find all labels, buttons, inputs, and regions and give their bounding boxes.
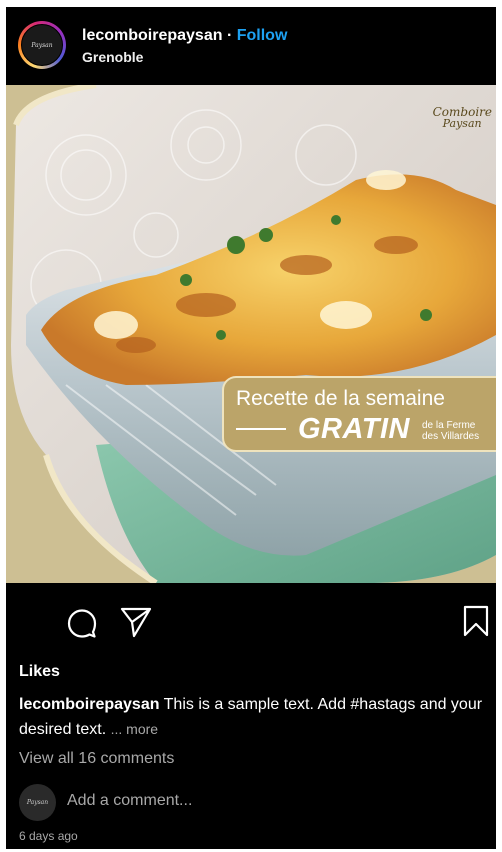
view-comments-link[interactable]: View all 16 comments: [19, 750, 174, 768]
post-image[interactable]: Comboire Paysan Recette de la semaine GR…: [6, 85, 496, 583]
badge-subtitle: de la Ferme des Villardes: [422, 420, 479, 442]
caption-username[interactable]: lecomboirepaysan: [19, 696, 160, 713]
recipe-badge: Recette de la semaine GRATIN de la Ferme…: [222, 376, 496, 452]
instagram-post: Paysan lecomboirepaysan · Follow Grenobl…: [6, 7, 496, 849]
brand-logo: Comboire Paysan: [433, 106, 492, 130]
add-comment-row: Paysan Add a comment...: [19, 784, 489, 821]
gratin-photo: [6, 85, 496, 583]
commenter-avatar-text: Paysan: [26, 799, 49, 806]
badge-sub-line2: des Villardes: [422, 431, 480, 442]
comment-icon[interactable]: [66, 607, 98, 639]
badge-title: Recette de la semaine: [236, 387, 445, 410]
share-icon[interactable]: [119, 605, 153, 639]
badge-divider: [236, 428, 286, 430]
post-header: Paysan lecomboirepaysan · Follow Grenobl…: [6, 7, 496, 85]
likes-label[interactable]: Likes: [19, 663, 60, 681]
bookmark-icon[interactable]: [462, 604, 490, 638]
action-bar: [6, 583, 496, 655]
avatar-logo-text: Paysan: [31, 41, 53, 49]
more-link[interactable]: ... more: [111, 721, 158, 737]
post-timestamp: 6 days ago: [19, 829, 78, 843]
username[interactable]: lecomboirepaysan: [82, 27, 223, 44]
separator-dot: ·: [226, 27, 233, 44]
commenter-avatar: Paysan: [19, 784, 56, 821]
follow-button[interactable]: Follow: [237, 27, 288, 44]
username-line: lecomboirepaysan · Follow: [82, 27, 287, 45]
caption: lecomboirepaysan This is a sample text. …: [19, 693, 489, 742]
badge-dish: GRATIN: [298, 413, 411, 445]
avatar-image: Paysan: [21, 24, 63, 66]
brand-logo-line2: Paysan: [442, 117, 482, 130]
profile-avatar[interactable]: Paysan: [18, 21, 66, 69]
location-label[interactable]: Grenoble: [82, 49, 143, 65]
add-comment-input[interactable]: Add a comment...: [67, 792, 192, 810]
badge-sub-line1: de la Ferme: [422, 420, 476, 431]
